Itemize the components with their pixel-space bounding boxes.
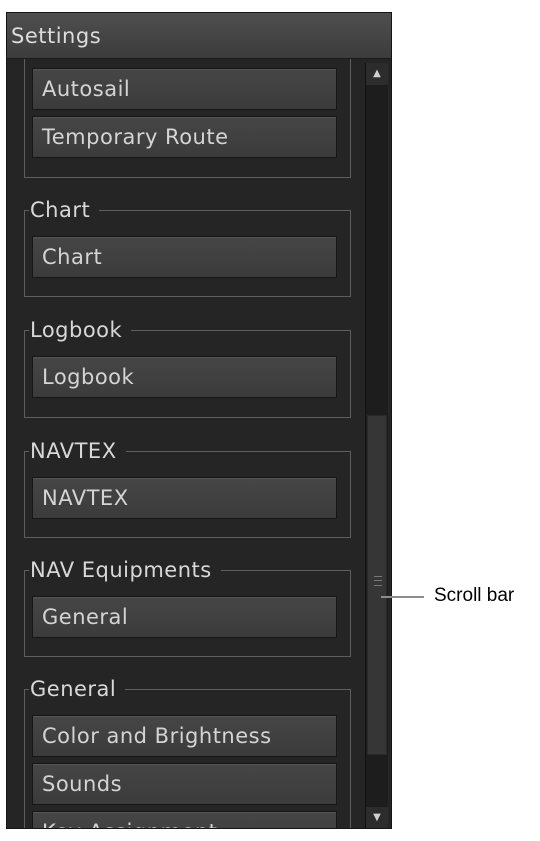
chart-button[interactable]: Chart [32, 236, 337, 278]
group-general: General Color and Brightness Sounds Key … [24, 676, 351, 828]
settings-list: Autosail Temporary Route Chart Chart Log… [7, 59, 363, 828]
grip-icon [374, 576, 382, 586]
group-nav-equipments: NAV Equipments General [24, 557, 351, 657]
panel-title: Settings [7, 13, 391, 59]
group-label-chart: Chart [29, 197, 100, 223]
scroll-up-icon[interactable]: ▲ [366, 63, 388, 85]
group-label-logbook: Logbook [29, 317, 132, 343]
group-route: Autosail Temporary Route [24, 59, 351, 178]
temporary-route-button[interactable]: Temporary Route [32, 116, 337, 158]
color-and-brightness-button[interactable]: Color and Brightness [32, 715, 337, 757]
scrollbar[interactable]: ▲ ▼ [365, 63, 388, 828]
callout-line [381, 596, 424, 598]
group-label-nav-equipments: NAV Equipments [29, 557, 221, 583]
navtex-button[interactable]: NAVTEX [32, 477, 337, 519]
group-chart: Chart Chart [24, 197, 351, 297]
settings-panel: Settings Autosail Temporary Route Chart … [6, 12, 392, 829]
autosail-button[interactable]: Autosail [32, 68, 337, 110]
key-assignment-button[interactable]: Key Assignment [32, 811, 337, 828]
group-label-general: General [29, 676, 126, 702]
logbook-button[interactable]: Logbook [32, 356, 337, 398]
group-label-navtex: NAVTEX [29, 438, 126, 464]
scroll-thumb[interactable] [367, 415, 387, 755]
callout-label: Scroll bar [434, 585, 515, 606]
scroll-down-icon[interactable]: ▼ [366, 807, 388, 828]
nav-equipments-general-button[interactable]: General [32, 596, 337, 638]
group-logbook: Logbook Logbook [24, 317, 351, 418]
group-navtex: NAVTEX NAVTEX [24, 438, 351, 538]
sounds-button[interactable]: Sounds [32, 763, 337, 805]
